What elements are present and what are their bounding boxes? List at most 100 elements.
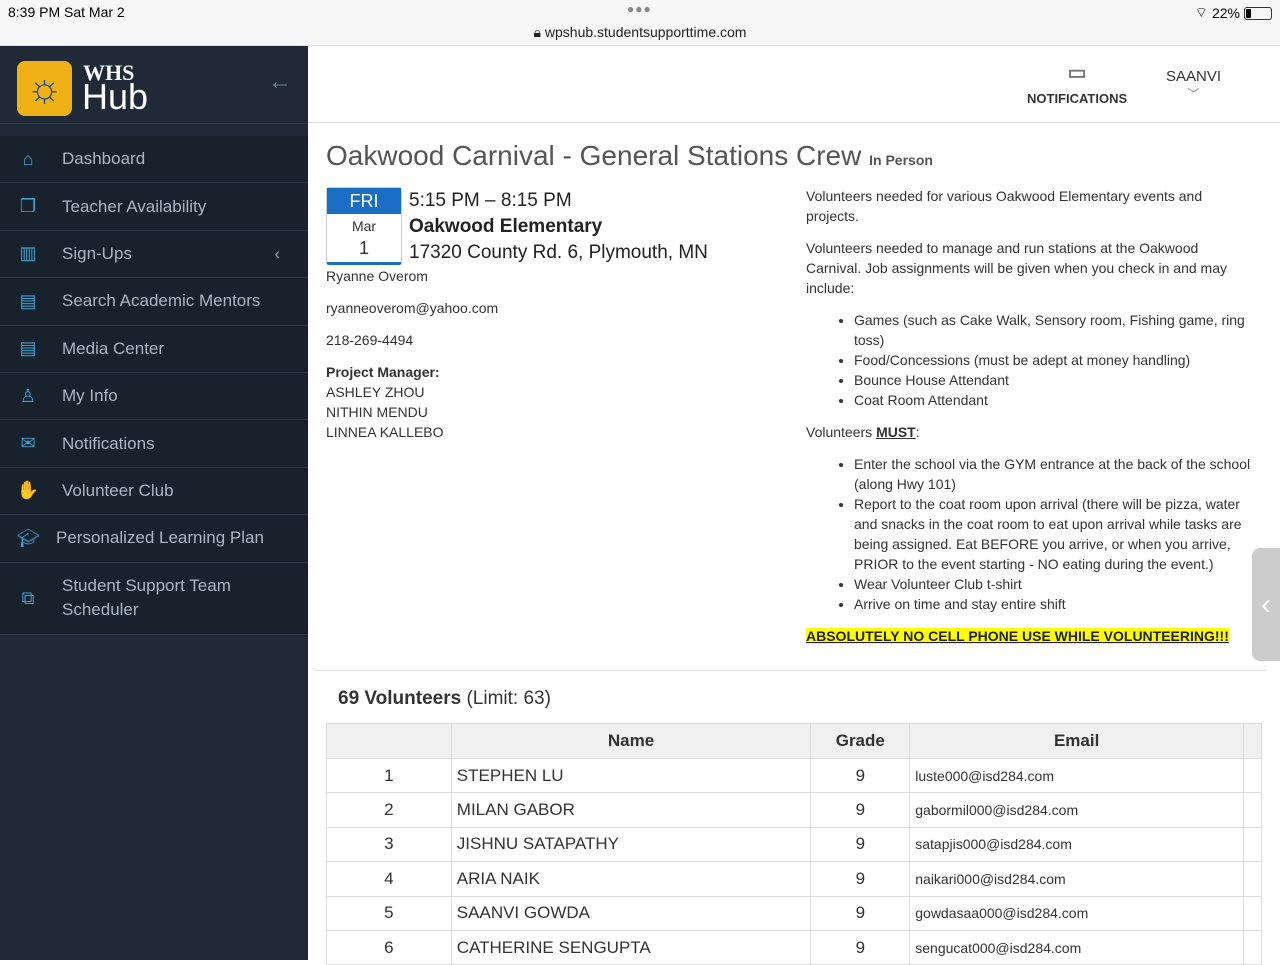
more-icon[interactable]: ●●●: [627, 2, 652, 16]
side-panel-handle[interactable]: ‹: [1252, 548, 1280, 661]
notifications-button[interactable]: ▭ NOTIFICATIONS: [1027, 60, 1127, 106]
row-number: 1: [326, 757, 452, 794]
sidebar-item-notifications[interactable]: ✉ Notifications: [0, 420, 308, 468]
user-menu[interactable]: SAANVI ﹀: [1166, 68, 1221, 102]
sidebar-item-search-academic-mentors[interactable]: ▤ Search Academic Mentors: [0, 278, 308, 326]
label: Notifications: [62, 433, 155, 453]
sidebar-item-media-center[interactable]: ▤ Media Center: [0, 326, 308, 373]
volunteer-email: naikari000@isd284.com: [909, 861, 1244, 897]
chevron-left-icon: ‹: [274, 243, 280, 263]
url-bar[interactable]: 🔒︎ wpshub.studentsupporttime.com: [0, 24, 1280, 41]
empty-cell: [1242, 826, 1263, 863]
project-manager-label: Project Manager:: [326, 364, 440, 380]
table-row: 3 JISHNU SATAPATHY 9 satapjis000@isd284.com: [326, 826, 1263, 863]
label: Dashboard: [62, 149, 146, 169]
sidebar-item-sign-ups[interactable]: ▥ Sign-Ups ‹: [0, 231, 308, 279]
sidebar-item-volunteer-club[interactable]: ✋ Volunteer Club: [0, 468, 308, 516]
limit: (Limit: 63): [466, 688, 551, 709]
sidebar-item-student-support-team-scheduler[interactable]: ⧉ Student Support Team Scheduler: [0, 563, 308, 635]
graduation-cap-icon: 🎓︎: [16, 527, 40, 548]
sun-logo-icon: ☼: [17, 61, 72, 116]
list-item: Report to the coat room upon arrival (th…: [854, 494, 1256, 574]
sidebar-item-personalized-learning-plan[interactable]: 🎓︎ Personalized Learning Plan: [0, 515, 308, 563]
battery-icon: [1244, 6, 1272, 20]
list-item: Enter the school via the GYM entrance at…: [854, 454, 1256, 494]
empty-cell: [1242, 895, 1263, 931]
calendar-icon: ▤: [19, 290, 37, 311]
map-icon: ▥: [19, 243, 37, 264]
column-header-name[interactable]: Name: [450, 723, 812, 759]
empty-cell: [1242, 757, 1263, 794]
event-location: Oakwood Elementary: [409, 216, 603, 237]
volunteer-email: satapjis000@isd284.com: [909, 826, 1244, 863]
row-number: 4: [326, 861, 452, 897]
date-day: FRI: [327, 188, 401, 214]
calendar-icon: ▭: [1067, 62, 1087, 84]
user-name: SAANVI: [1166, 68, 1222, 85]
sidebar-item-dashboard[interactable]: ⌂ Dashboard: [0, 136, 308, 184]
rules-list: Enter the school via the GYM entrance at…: [854, 454, 1256, 614]
table-row: 5 SAANVI GOWDA 9 gowdasaa000@isd284.com: [326, 895, 1263, 931]
contact-name: Ryanne Overom: [326, 268, 428, 284]
page-title: Oakwood Carnival - General Stations Crew…: [326, 140, 1266, 172]
column-header-grade[interactable]: Grade: [810, 723, 911, 759]
row-number: 3: [326, 826, 452, 863]
volunteer-name: ARIA NAIK: [450, 861, 812, 897]
sidebar-item-my-info[interactable]: ♙ My Info: [0, 373, 308, 421]
list-item: Coat Room Attendant: [854, 390, 1256, 410]
column-header-email[interactable]: Email: [909, 723, 1244, 759]
collapse-sidebar-arrow-icon[interactable]: ←: [268, 68, 292, 96]
warning-text: ABSOLUTELY NO CELL PHONE USE WHILE VOLUN…: [806, 628, 1229, 644]
lock-icon: 🔒︎: [533, 24, 545, 40]
sidebar: ☼ WHS Hub ← ⌂ Dashboard ❐ Teacher Availabi…: [0, 46, 308, 960]
volunteer-name: STEPHEN LU: [450, 757, 812, 794]
table-row: 1 STEPHEN LU 9 luste000@isd284.com: [326, 757, 1263, 794]
volunteer-name: SAANVI GOWDA: [450, 895, 812, 931]
hand-icon: ✋: [16, 480, 40, 501]
volunteer-grade: 9: [810, 861, 911, 897]
label: Sign-Ups: [62, 243, 132, 263]
list-item: Wear Volunteer Club t-shirt: [854, 574, 1256, 594]
divider: [314, 670, 1266, 671]
list-item: Games (such as Cake Walk, Sensory room, …: [854, 310, 1256, 350]
volunteer-count: 69 Volunteers (Limit: 63): [338, 688, 551, 710]
label: Student Support Team Scheduler: [62, 576, 231, 620]
row-number: 5: [326, 895, 452, 931]
contact-email[interactable]: ryanneoverom@yahoo.com: [326, 298, 786, 318]
table-row: 4 ARIA NAIK 9 naikari000@isd284.com: [326, 861, 1263, 897]
column-header[interactable]: [326, 723, 452, 759]
event-mode: In Person: [869, 152, 933, 168]
logo[interactable]: ☼ WHS Hub ←: [0, 46, 308, 124]
label: Media Center: [62, 338, 165, 358]
event-description: Volunteers needed for various Oakwood El…: [806, 186, 1256, 646]
logo-text-bottom: Hub: [82, 76, 149, 117]
volunteer-email: gowdasaa000@isd284.com: [909, 895, 1244, 931]
empty-cell: [1242, 792, 1263, 828]
list-item: Bounce House Attendant: [854, 370, 1256, 390]
empty-cell: [1242, 861, 1263, 897]
browser-status-bar: 8:39 PM Sat Mar 2 ●●● 🔒︎ wpshub.students…: [0, 0, 1280, 46]
table-row: 2 MILAN GABOR 9 gabormil000@isd284.com: [326, 792, 1263, 828]
description: Volunteers needed to manage and run stat…: [806, 240, 1227, 296]
contact-phone: 218-269-4494: [326, 332, 414, 348]
battery-status: ⌔ 22%: [1195, 4, 1272, 22]
event-when: 5:15 PM – 8:15 PM Oakwood Elementary 173…: [409, 188, 708, 266]
notifications-label: NOTIFICATIONS: [1027, 91, 1128, 106]
event-time: 5:15 PM – 8:15 PM: [409, 190, 572, 211]
text: :: [915, 424, 920, 440]
volunteer-grade: 9: [810, 895, 911, 931]
event-title: Oakwood Carnival - General Stations Crew: [326, 140, 862, 171]
clock: 8:39 PM Sat Mar 2: [8, 4, 125, 20]
event-details: Oakwood Carnival - General Stations Crew…: [326, 140, 1266, 644]
calendar-icon: ▤: [19, 338, 37, 359]
label: Search Academic Mentors: [62, 291, 261, 311]
battery-percent: 22%: [1211, 5, 1240, 21]
sidebar-item-teacher-availability[interactable]: ❐ Teacher Availability: [0, 183, 308, 231]
volunteers-table: Name Grade Email 1 STEPHEN LU 9 luste000@is…: [326, 723, 1263, 965]
user-icon: ♙: [19, 385, 37, 406]
text: Volunteers: [806, 424, 877, 440]
volunteer-grade: 9: [810, 792, 911, 828]
date-number: 1: [358, 238, 369, 258]
date-badge: FRI Mar 1: [326, 187, 402, 265]
list-item: Food/Concessions (must be adept at money…: [854, 350, 1256, 370]
